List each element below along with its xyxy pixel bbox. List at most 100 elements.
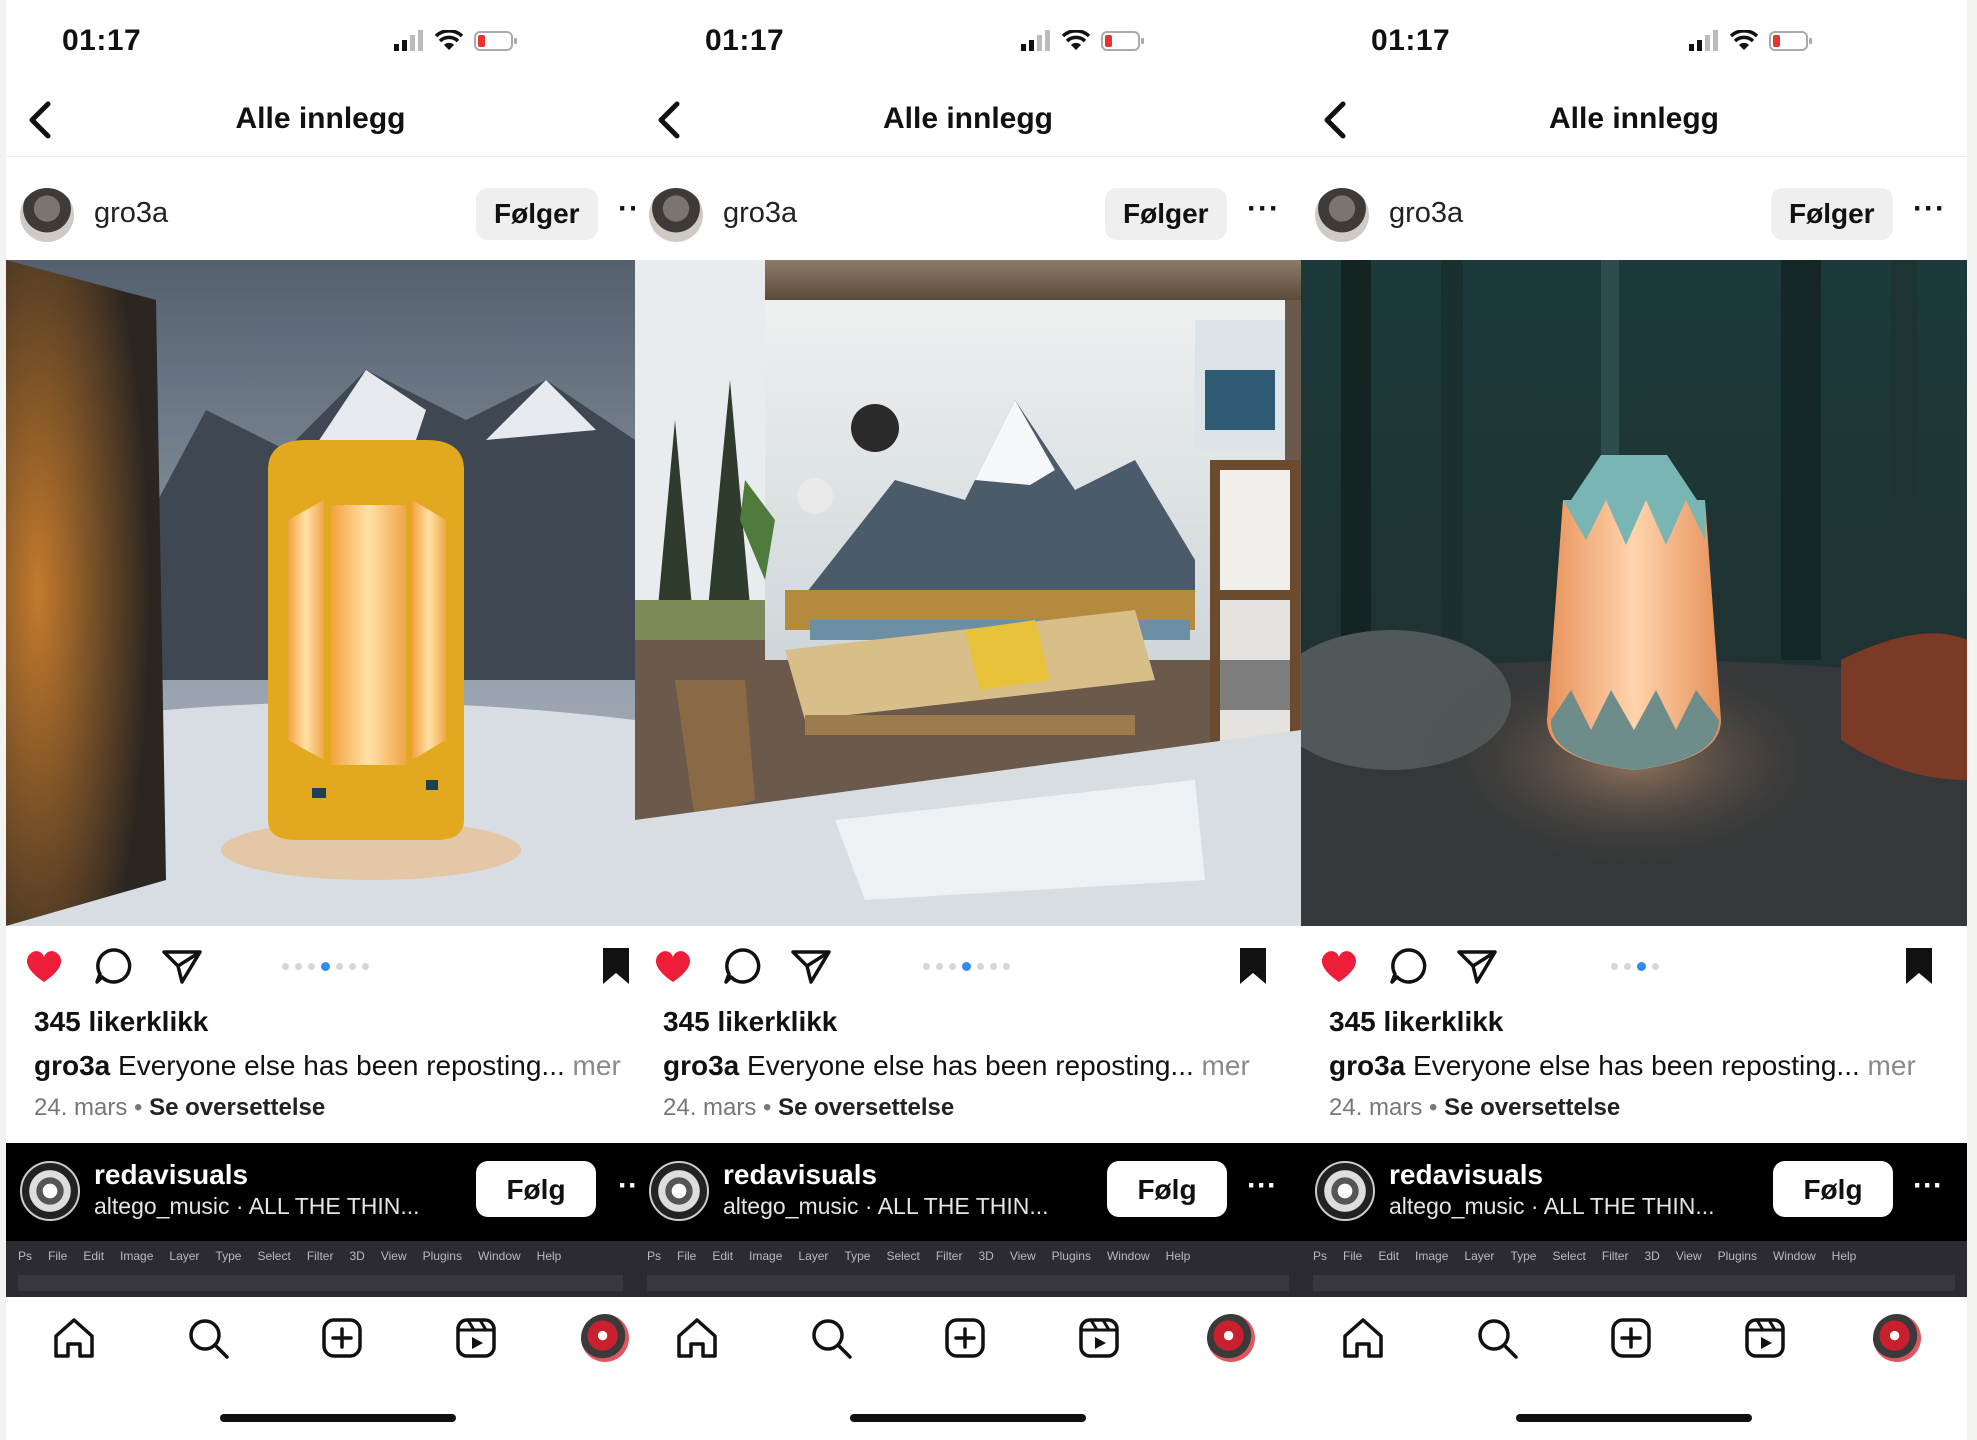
post-username[interactable]: gro3a (723, 197, 797, 230)
next-post-username[interactable]: redavisuals (94, 1159, 248, 1191)
carousel-dot (1652, 963, 1659, 970)
next-post-username[interactable]: redavisuals (723, 1159, 877, 1191)
wifi-icon (1061, 30, 1091, 50)
more-options-icon[interactable]: ··· (1247, 1169, 1277, 1203)
carousel-dot (295, 963, 302, 970)
photoshop-menu-item: Image (120, 1249, 154, 1263)
next-post-audio[interactable]: altego_music · ALL THE THIN... (94, 1193, 420, 1220)
bookmark-icon[interactable] (1231, 944, 1275, 988)
share-icon[interactable] (789, 944, 833, 988)
caption: gro3a Everyone else has been reposting..… (663, 1050, 1250, 1082)
follow-button[interactable]: Følg (1773, 1161, 1893, 1217)
heart-icon[interactable] (22, 944, 66, 988)
post-date: 24. mars (1329, 1094, 1423, 1121)
post-photo[interactable] (1301, 260, 1967, 926)
avatar[interactable] (649, 188, 703, 242)
create-icon[interactable] (941, 1314, 989, 1362)
create-icon[interactable] (1607, 1314, 1655, 1362)
post-username[interactable]: gro3a (94, 197, 168, 230)
more-options-icon[interactable]: ··· (1913, 192, 1946, 226)
wifi-icon (434, 30, 464, 50)
create-icon[interactable] (318, 1314, 366, 1362)
follow-button[interactable]: Følg (476, 1161, 596, 1217)
home-indicator (220, 1414, 456, 1422)
signal-icon (394, 30, 423, 51)
signal-icon (1689, 30, 1718, 51)
next-post-preview[interactable]: Ps File Edit Image Layer Type Select Filter 3D Vi… (1301, 1241, 1967, 1297)
comment-icon[interactable] (721, 944, 765, 988)
caption-more-link[interactable]: mer (1202, 1050, 1250, 1081)
comment-icon[interactable] (92, 944, 136, 988)
bookmark-icon[interactable] (594, 944, 635, 988)
likes-count[interactable]: 345 likerklikk (1329, 1006, 1503, 1038)
profile-avatar-icon[interactable] (1873, 1314, 1921, 1362)
home-icon[interactable] (673, 1314, 721, 1362)
avatar[interactable] (1315, 1161, 1375, 1221)
battery-icon (1101, 31, 1144, 51)
photoshop-menu-item: View (1675, 1249, 1702, 1263)
next-post-audio[interactable]: altego_music · ALL THE THIN... (1389, 1193, 1715, 1220)
post-header: gro3a Følger ··· (635, 182, 1301, 248)
post-photo[interactable] (635, 260, 1301, 926)
next-post-preview[interactable]: Ps File Edit Image Layer Type Select Filter 3D Vi… (635, 1241, 1301, 1297)
search-icon[interactable] (1473, 1314, 1521, 1362)
avatar[interactable] (20, 1161, 80, 1221)
heart-icon[interactable] (651, 944, 695, 988)
more-options-icon[interactable]: ·· (618, 192, 635, 226)
more-options-icon[interactable]: ··· (1247, 192, 1280, 226)
carousel-dot (349, 963, 356, 970)
search-icon[interactable] (807, 1314, 855, 1362)
next-post-audio[interactable]: altego_music · ALL THE THIN... (723, 1193, 1049, 1220)
reels-icon[interactable] (1075, 1314, 1123, 1362)
reels-icon[interactable] (1741, 1314, 1789, 1362)
avatar[interactable] (20, 188, 74, 242)
more-options-icon[interactable]: ··· (1913, 1169, 1943, 1203)
post-actions (1301, 940, 1967, 992)
photoshop-menu-item: Window (1106, 1249, 1150, 1263)
bookmark-icon[interactable] (1897, 944, 1941, 988)
caption-more-link[interactable]: mer (573, 1050, 621, 1081)
following-button[interactable]: Følger (1105, 188, 1227, 240)
following-button[interactable]: Følger (1771, 188, 1893, 240)
caption-more-link[interactable]: mer (1868, 1050, 1916, 1081)
caption-username[interactable]: gro3a (663, 1050, 739, 1081)
reels-icon[interactable] (452, 1314, 500, 1362)
photoshop-menu-item: Type (1510, 1249, 1537, 1263)
post-username[interactable]: gro3a (1389, 197, 1463, 230)
wifi-icon (1729, 30, 1759, 50)
post-photo[interactable] (6, 260, 635, 926)
carousel-dot (336, 963, 343, 970)
translate-link[interactable]: Se oversettelse (778, 1094, 954, 1121)
next-post-preview[interactable]: Ps File Edit Image Layer Type Select Filter 3D Vi… (6, 1241, 635, 1297)
profile-avatar-icon[interactable] (1207, 1314, 1255, 1362)
home-indicator (850, 1414, 1086, 1422)
search-icon[interactable] (184, 1314, 232, 1362)
comment-icon[interactable] (1387, 944, 1431, 988)
share-icon[interactable] (1455, 944, 1499, 988)
translate-link[interactable]: Se oversettelse (1444, 1094, 1620, 1121)
photoshop-menu-item: Image (1415, 1249, 1449, 1263)
photoshop-menu-item: Help (1165, 1249, 1191, 1263)
caption-username[interactable]: gro3a (1329, 1050, 1405, 1081)
following-button[interactable]: Følger (476, 188, 598, 240)
translate-link[interactable]: Se oversettelse (149, 1094, 325, 1121)
home-icon[interactable] (50, 1314, 98, 1362)
photoshop-menu-item: Help (1831, 1249, 1857, 1263)
status-time: 01:17 (1371, 24, 1451, 57)
likes-count[interactable]: 345 likerklikk (34, 1006, 208, 1038)
home-icon[interactable] (1339, 1314, 1387, 1362)
heart-icon[interactable] (1317, 944, 1361, 988)
follow-button[interactable]: Følg (1107, 1161, 1227, 1217)
photoshop-menu-item: Ps (18, 1249, 33, 1263)
likes-count[interactable]: 345 likerklikk (663, 1006, 837, 1038)
photoshop-menu-item: Type (844, 1249, 871, 1263)
more-options-icon[interactable]: ·· (618, 1169, 635, 1203)
meta-separator: • (127, 1094, 150, 1121)
avatar[interactable] (1315, 188, 1369, 242)
profile-avatar-icon[interactable] (581, 1314, 629, 1362)
carousel-indicator (923, 962, 1010, 971)
share-icon[interactable] (160, 944, 204, 988)
next-post-username[interactable]: redavisuals (1389, 1159, 1543, 1191)
caption-username[interactable]: gro3a (34, 1050, 110, 1081)
avatar[interactable] (649, 1161, 709, 1221)
